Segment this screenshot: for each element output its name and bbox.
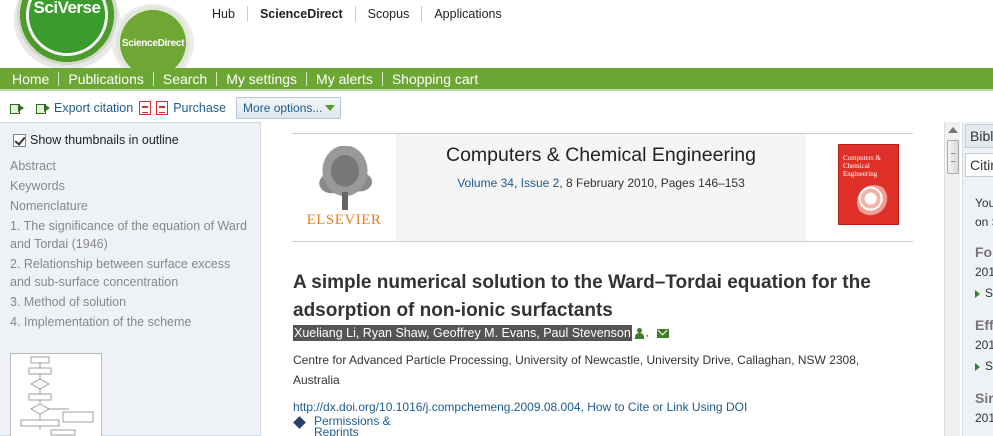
scrollbar-thumb[interactable] — [947, 140, 959, 174]
cite-doi-link[interactable]: How to Cite or Link Using DOI — [587, 400, 747, 414]
more-options-label: More options... — [243, 101, 323, 115]
tab-bibliographic[interactable]: Bibl — [965, 124, 993, 148]
export-citation-link[interactable]: Export citation — [54, 101, 133, 115]
nav-my-alerts[interactable]: My alerts — [306, 71, 382, 86]
article-title: A simple numerical solution to the Ward–… — [293, 272, 871, 321]
tab-citing-articles[interactable]: Citin — [965, 153, 993, 177]
elsevier-tree-trunk — [342, 192, 348, 210]
issue-date-pages: , 8 February 2010, Pages 146–153 — [559, 176, 745, 190]
purchase-link[interactable]: Purchase — [173, 101, 226, 115]
elsevier-logo[interactable]: ELSEVIER — [292, 134, 396, 241]
outline-item-abstract[interactable]: Abstract — [10, 157, 250, 175]
nav-search[interactable]: Search — [152, 71, 216, 86]
right-sidebar: Bibl Citin You on S Fo 201 S Eff 201 S S… — [962, 122, 993, 436]
author-affiliation: Centre for Advanced Particle Processing,… — [293, 353, 860, 387]
person-icon[interactable] — [634, 327, 644, 339]
sciencedirect-logo-text: ScienceDirect — [121, 38, 185, 49]
related-article-link-2[interactable]: S — [985, 359, 993, 373]
scroll-up-arrow-icon[interactable] — [948, 127, 958, 133]
purchase-pdf-icon — [156, 101, 169, 115]
right-panel-text-2: on S — [975, 215, 993, 229]
site-header: SciVerse ScienceDirect Hub ScienceDirect… — [0, 0, 993, 82]
export-icon — [36, 103, 51, 114]
pdf-icon[interactable] — [139, 101, 152, 115]
doi-link[interactable]: http://dx.doi.org/10.1016/j.compchemeng.… — [293, 400, 581, 414]
show-thumbnails-label: Show thumbnails in outline — [30, 133, 179, 147]
related-article-year-1: 201 — [975, 265, 993, 279]
expand-arrow-icon[interactable] — [975, 363, 980, 371]
permissions-reprints-link[interactable]: Permissions & Reprints — [293, 415, 391, 436]
expand-arrow-icon[interactable] — [975, 290, 980, 298]
top-nav-scopus[interactable]: Scopus — [354, 6, 422, 22]
author-list[interactable]: Xueliang Li, Ryan Shaw, Geoffrey M. Evan… — [293, 325, 632, 341]
outline-item-section-3[interactable]: 3. Method of solution — [10, 293, 250, 311]
volume-link[interactable]: Volume 34 — [457, 176, 514, 190]
top-nav-applications[interactable]: Applications — [421, 6, 513, 22]
related-article-year-3: 201 — [975, 411, 993, 425]
doi-line: http://dx.doi.org/10.1016/j.compchemeng.… — [293, 400, 748, 414]
cover-art-icon — [857, 185, 891, 219]
sciverse-logo[interactable]: SciVerse — [14, 0, 120, 70]
main-nav: Home Publications Search My settings My … — [0, 68, 993, 91]
outline-list: Abstract Keywords Nomenclature 1. The si… — [10, 157, 250, 333]
show-thumbnails-checkbox[interactable] — [13, 133, 26, 147]
outline-item-nomenclature[interactable]: Nomenclature — [10, 197, 250, 215]
journal-issue-info: Volume 34, Issue 2, 8 February 2010, Pag… — [457, 176, 745, 190]
nav-my-settings[interactable]: My settings — [216, 71, 306, 86]
flowchart-thumbnail-image — [20, 356, 94, 436]
show-thumbnails-toggle[interactable]: Show thumbnails in outline — [13, 133, 179, 147]
article-toolbar: Export citation Purchase More options... — [0, 94, 993, 122]
journal-title[interactable]: Computers & Chemical Engineering — [396, 144, 806, 167]
permissions-icon — [293, 416, 306, 429]
related-article-title-1[interactable]: Fo — [975, 244, 992, 260]
author-line: Xueliang Li, Ryan Shaw, Geoffrey M. Evan… — [293, 325, 669, 341]
journal-cover-area: Computers & Chemical Engineering — [806, 134, 913, 241]
cover-title: Computers & Chemical Engineering — [843, 154, 881, 178]
sciverse-logo-text: SciVerse — [33, 0, 101, 17]
related-article-link-1[interactable]: S — [985, 286, 993, 300]
send-to-icon[interactable] — [10, 103, 25, 114]
outline-item-section-2[interactable]: 2. Relationship between surface excess a… — [10, 255, 250, 291]
journal-header: ELSEVIER Computers & Chemical Engineerin… — [292, 133, 913, 242]
article-content: ELSEVIER Computers & Chemical Engineerin… — [262, 122, 944, 436]
issue-link[interactable]: Issue 2 — [521, 176, 560, 190]
article-outline-panel: Show thumbnails in outline Abstract Keyw… — [0, 122, 261, 436]
top-nav: Hub ScienceDirect Scopus Applications — [200, 6, 514, 22]
top-nav-hub[interactable]: Hub — [200, 6, 247, 22]
nav-shopping-cart[interactable]: Shopping cart — [381, 71, 487, 86]
elsevier-wordmark: ELSEVIER — [306, 212, 382, 228]
related-article-year-2: 201 — [975, 338, 993, 352]
outline-item-section-1[interactable]: 1. The significance of the equation of W… — [10, 217, 250, 253]
mail-icon[interactable] — [656, 328, 669, 338]
nav-publications[interactable]: Publications — [58, 71, 153, 86]
journal-cover-image[interactable]: Computers & Chemical Engineering — [838, 144, 899, 225]
nav-home[interactable]: Home — [3, 72, 58, 86]
right-panel-text-1: You — [975, 196, 993, 210]
more-options-button[interactable]: More options... — [236, 97, 342, 119]
related-article-title-2[interactable]: Eff — [975, 317, 993, 333]
chevron-down-icon — [325, 105, 336, 111]
outline-item-keywords[interactable]: Keywords — [10, 177, 250, 195]
reprints-label: Reprints — [314, 425, 359, 436]
article-scrollbar[interactable] — [944, 122, 960, 436]
figure-thumbnail[interactable] — [10, 353, 102, 436]
related-article-title-3[interactable]: Sir — [975, 390, 993, 406]
outline-item-section-4[interactable]: 4. Implementation of the scheme — [10, 313, 250, 331]
top-nav-sciencedirect[interactable]: ScienceDirect — [246, 6, 355, 22]
